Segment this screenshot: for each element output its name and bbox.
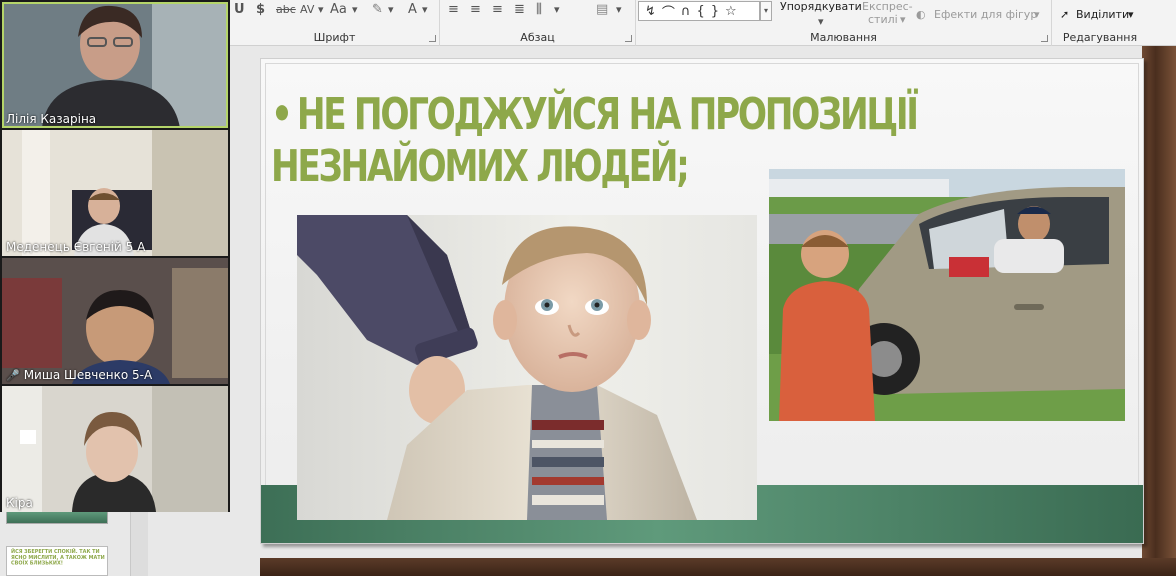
strikethrough-button[interactable]: abc <box>276 0 296 18</box>
strikethrough-u-icon[interactable]: U <box>234 0 245 18</box>
highlight-dropdown-icon[interactable]: ▾ <box>388 0 394 18</box>
shape-effects-icon[interactable]: ◐ <box>916 5 926 23</box>
participant-tile-2[interactable]: Меденець Євгеній 5 А <box>2 130 228 256</box>
title-bullet: • <box>271 89 293 140</box>
shapes-gallery[interactable]: ↯ ⌒ ∩ { } ☆ <box>638 1 760 21</box>
smartart-dropdown-icon[interactable]: ▾ <box>616 0 622 18</box>
child-photo-illustration <box>297 215 697 520</box>
freeform-icon[interactable]: ↯ <box>645 4 656 19</box>
columns-dropdown-icon[interactable]: ▾ <box>554 0 560 18</box>
cursor-icon[interactable]: ➚ <box>1060 5 1069 23</box>
participant-tile-1[interactable]: Лілія Казаріна <box>2 2 228 128</box>
arrange-dropdown-icon[interactable]: ▾ <box>818 12 824 30</box>
ribbon: U $ abc AV ▾ Aa ▾ ✎ ▾ A ▾ Шрифт ≡ ≡ ≡ ≣ … <box>230 0 1176 46</box>
font-group: U $ abc AV ▾ Aa ▾ ✎ ▾ A ▾ Шрифт <box>230 0 440 46</box>
participant-3-video <box>2 258 228 384</box>
participant-tile-3[interactable]: 🎤 Миша Шевченко 5-А <box>2 258 228 384</box>
justify-icon[interactable]: ≣ <box>514 0 525 18</box>
change-case-dropdown-icon[interactable]: ▾ <box>352 0 358 18</box>
background-photo-bottom <box>260 558 1176 576</box>
participant-name-3: 🎤 Миша Шевченко 5-А <box>6 368 153 382</box>
current-slide[interactable]: • НЕ ПОГОДЖУЙСЯ НА ПРОПОЗИЦІЇ НЕЗНАЙОМИХ … <box>260 58 1144 544</box>
slide-title[interactable]: • НЕ ПОГОДЖУЙСЯ НА ПРОПОЗИЦІЇ НЕЗНАЙОМИХ … <box>271 89 919 193</box>
participant-1-video <box>2 2 228 128</box>
drawing-group: ↯ ⌒ ∩ { } ☆ ▾ Упорядкувати ▾ Експрес- ст… <box>636 0 1052 46</box>
participant-name-4: Кіра <box>6 496 33 510</box>
select-dropdown-icon[interactable]: ▾ <box>1128 5 1134 23</box>
editing-group: ➚ Виділити ▾ Редагування <box>1052 0 1148 46</box>
font-group-label: Шрифт <box>313 31 356 44</box>
quick-styles-dropdown-icon[interactable]: ▾ <box>900 10 906 28</box>
drawing-group-label: Малювання <box>810 31 877 44</box>
participant-name-2: Меденець Євгеній 5 А <box>6 240 146 254</box>
editing-group-label: Редагування <box>1062 31 1138 44</box>
background-photo-right <box>1142 46 1176 576</box>
participant-4-video <box>2 386 228 512</box>
participant-name-1: Лілія Казаріна <box>6 112 97 126</box>
mic-muted-icon: 🎤 <box>6 369 20 382</box>
convert-smartart-icon[interactable]: ▤ <box>596 0 608 18</box>
shape-effects-button[interactable]: Ефекти для фігур <box>934 5 1037 23</box>
change-case-button[interactable]: Aa <box>330 0 347 18</box>
drawing-dialog-launcher-icon[interactable] <box>1041 35 1048 42</box>
video-participants-panel: Лілія Казаріна Меденець Євгеній 5 А 🎤 Миш… <box>0 0 230 512</box>
shapes-gallery-more-icon[interactable]: ▾ <box>760 1 772 21</box>
paragraph-group-label: Абзац <box>520 31 555 44</box>
participant-2-video <box>2 130 228 256</box>
align-right-icon[interactable]: ≡ <box>492 0 503 18</box>
arc-icon[interactable]: ∩ <box>681 4 691 19</box>
align-left-icon[interactable]: ≡ <box>448 0 459 18</box>
shape-effects-dropdown-icon[interactable]: ▾ <box>1034 5 1040 23</box>
font-dialog-launcher-icon[interactable] <box>429 35 436 42</box>
paragraph-group: ≡ ≡ ≡ ≣ ⫼ ▾ ▤ ▾ Абзац <box>440 0 636 46</box>
star-icon[interactable]: ☆ <box>725 4 737 19</box>
highlight-pen-icon[interactable]: ✎ <box>372 0 383 18</box>
char-spacing-dropdown-icon[interactable]: ▾ <box>318 0 324 18</box>
select-button[interactable]: Виділити <box>1076 5 1129 23</box>
stranger-car-photo[interactable] <box>769 169 1125 421</box>
slide-thumbnail-previous[interactable] <box>6 512 108 524</box>
brace-right-icon[interactable]: } <box>711 4 719 19</box>
quick-styles-label-line2: стилі <box>868 12 898 26</box>
participant-tile-4[interactable]: Кіра <box>2 386 228 512</box>
shadow-button[interactable]: $ <box>256 0 265 18</box>
car-photo-illustration <box>769 169 1125 421</box>
child-holding-hand-photo[interactable] <box>297 215 757 520</box>
thumbnail-text: ЙСЯ ЗБЕРЕГТИ СПОКІЙ. ТАК ТИ ЯСНО МИСЛИТИ… <box>11 549 105 566</box>
font-color-dropdown-icon[interactable]: ▾ <box>422 0 428 18</box>
slide-title-line1: НЕ ПОГОДЖУЙСЯ НА ПРОПОЗИЦІЇ <box>296 89 919 140</box>
char-spacing-button[interactable]: AV <box>300 0 314 18</box>
slide-title-line2: НЕЗНАЙОМИХ ЛЮДЕЙ; <box>271 141 690 192</box>
paragraph-dialog-launcher-icon[interactable] <box>625 35 632 42</box>
align-center-icon[interactable]: ≡ <box>470 0 481 18</box>
columns-icon[interactable]: ⫼ <box>536 0 542 18</box>
slide-thumbnails-panel: ЙСЯ ЗБЕРЕГТИ СПОКІЙ. ТАК ТИ ЯСНО МИСЛИТИ… <box>0 512 230 576</box>
slide-thumbnail-next[interactable]: ЙСЯ ЗБЕРЕГТИ СПОКІЙ. ТАК ТИ ЯСНО МИСЛИТИ… <box>6 546 108 576</box>
thumbnail-scrollbar[interactable] <box>130 512 148 576</box>
brace-left-icon[interactable]: { <box>696 4 704 19</box>
curve-icon[interactable]: ⌒ <box>662 2 675 21</box>
font-color-button[interactable]: A <box>408 0 417 18</box>
